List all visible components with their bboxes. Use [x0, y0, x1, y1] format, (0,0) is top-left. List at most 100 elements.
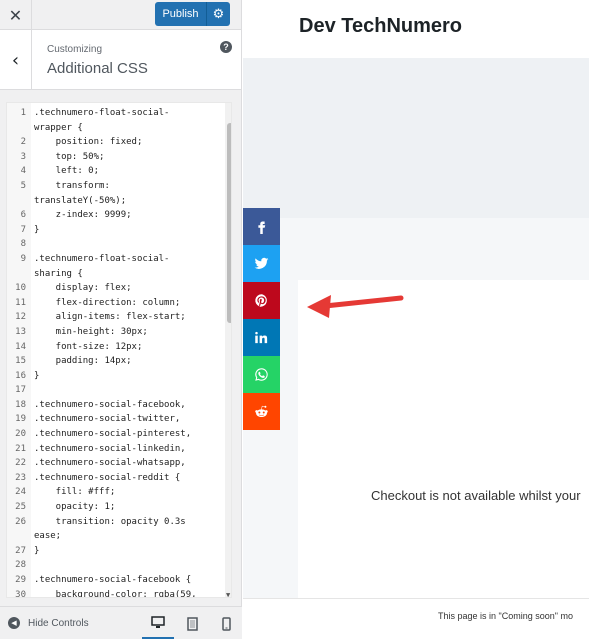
code-text: .technumero-social-twitter,	[34, 414, 181, 425]
code-line: 2 position: fixed;	[7, 135, 225, 150]
code-text: min-height: 30px;	[34, 326, 148, 337]
line-number	[7, 529, 31, 544]
code-line: 29 .technumero-social-facebook {	[7, 573, 225, 588]
pinterest-share-button[interactable]	[243, 282, 280, 319]
code-line: 7}	[7, 223, 225, 238]
site-preview: Dev TechNumero Checkout is not available…	[243, 0, 589, 639]
gear-icon[interactable]: ⚙	[206, 2, 230, 26]
twitter-share-button[interactable]	[243, 245, 280, 282]
customizer-panel: ✕ Publish ⚙ ‹ Customizing Additional CSS…	[0, 0, 242, 639]
code-text: font-size: 12px;	[34, 341, 143, 352]
footer-notice: This page is in "Coming soon" mo	[438, 611, 573, 621]
code-line: 26 transition: opacity 0.3s	[7, 515, 225, 530]
reddit-share-button[interactable]	[243, 393, 280, 430]
line-number: 17	[15, 385, 26, 396]
code-text: .technumero-social-reddit {	[34, 472, 181, 483]
code-text: left: 0;	[34, 166, 100, 177]
code-text: opacity: 1;	[34, 502, 116, 513]
facebook-share-button[interactable]	[243, 208, 280, 245]
code-text: .technumero-social-whatsapp,	[34, 458, 186, 469]
code-line: 5 transform:	[7, 179, 225, 194]
scroll-down-icon[interactable]: ▼	[226, 588, 230, 597]
code-line: 20 .technumero-social-pinterest,	[7, 427, 225, 442]
scrollbar-thumb[interactable]	[227, 123, 231, 323]
code-text: background-color: rgba(59,	[34, 589, 197, 598]
code-line: 23 .technumero-social-reddit {	[7, 471, 225, 486]
line-number: 22	[15, 458, 26, 469]
code-line: 6 z-index: 9999;	[7, 208, 225, 223]
close-icon[interactable]: ✕	[0, 0, 32, 30]
linkedin-share-button[interactable]	[243, 319, 280, 356]
twitter-icon	[254, 257, 269, 269]
hero-section	[243, 58, 589, 218]
customizing-label: Customizing	[47, 44, 103, 55]
site-header: Dev TechNumero	[243, 0, 589, 58]
line-number: 2	[20, 137, 26, 148]
collapse-icon: ◀	[8, 617, 20, 629]
line-number	[7, 194, 31, 209]
code-text: transition: opacity 0.3s	[34, 516, 186, 527]
line-number: 23	[15, 472, 26, 483]
red-pointer-arrow-icon	[307, 295, 404, 318]
code-line: translateY(-50%);	[7, 194, 225, 209]
hide-controls-label: Hide Controls	[28, 617, 89, 629]
code-line: 25 opacity: 1;	[7, 500, 225, 515]
site-footer: This page is in "Coming soon" mo	[243, 598, 589, 639]
mobile-icon[interactable]	[210, 607, 242, 639]
code-text: }	[34, 545, 40, 556]
line-number: 9	[20, 253, 26, 264]
code-text: }	[34, 370, 40, 381]
line-number: 30	[15, 589, 26, 598]
css-code-editor[interactable]: 1 .technumero-float-social-wrapper {2 pos…	[6, 102, 232, 598]
checkout-notice: Checkout is not available whilst your	[371, 488, 581, 503]
code-line: 22 .technumero-social-whatsapp,	[7, 456, 225, 471]
back-arrow-icon[interactable]: ‹	[0, 30, 32, 90]
code-text: .technumero-float-social-	[34, 108, 170, 118]
code-line: 1 .technumero-float-social-	[7, 106, 225, 121]
line-number	[7, 267, 31, 282]
line-number: 13	[15, 326, 26, 337]
hide-controls-button[interactable]: ◀ Hide Controls	[8, 617, 89, 629]
code-text: translateY(-50%);	[34, 195, 127, 206]
site-title[interactable]: Dev TechNumero	[299, 15, 462, 38]
line-number: 11	[15, 297, 26, 308]
code-text: sharing {	[34, 268, 83, 279]
code-text: transform:	[34, 180, 110, 191]
pinterest-icon	[255, 294, 267, 307]
code-line: 15 padding: 14px;	[7, 354, 225, 369]
line-number: 28	[15, 560, 26, 571]
line-number: 7	[20, 224, 26, 235]
help-icon[interactable]: ?	[220, 41, 232, 53]
desktop-icon[interactable]	[142, 607, 174, 639]
line-number: 4	[20, 166, 26, 177]
code-text: flex-direction: column;	[34, 297, 181, 308]
code-line: 19 .technumero-social-twitter,	[7, 412, 225, 427]
code-line: 28	[7, 558, 225, 573]
code-line: 30 background-color: rgba(59,	[7, 588, 225, 598]
code-text: display: flex;	[34, 283, 132, 294]
code-text: top: 50%;	[34, 151, 105, 162]
code-line: 10 display: flex;	[7, 281, 225, 296]
code-line: 3 top: 50%;	[7, 150, 225, 165]
code-line: 16}	[7, 369, 225, 384]
code-text: z-index: 9999;	[34, 210, 132, 221]
code-line: sharing {	[7, 267, 225, 282]
line-number: 26	[15, 516, 26, 527]
code-text: align-items: flex-start;	[34, 312, 186, 323]
code-line: 13 min-height: 30px;	[7, 325, 225, 340]
customizer-app: ✕ Publish ⚙ ‹ Customizing Additional CSS…	[0, 0, 589, 639]
tablet-icon[interactable]	[176, 607, 208, 639]
code-line: wrapper {	[7, 121, 225, 136]
whatsapp-share-button[interactable]	[243, 356, 280, 393]
publish-button[interactable]: Publish	[155, 2, 206, 26]
code-text: .technumero-float-social-	[34, 253, 170, 264]
reddit-icon	[255, 405, 268, 417]
code-line: 18 .technumero-social-facebook,	[7, 398, 225, 413]
line-number: 24	[15, 487, 26, 498]
facebook-icon	[258, 221, 266, 234]
line-number: 16	[15, 370, 26, 381]
line-number: 6	[20, 210, 26, 221]
code-text: fill: #fff;	[34, 487, 116, 498]
